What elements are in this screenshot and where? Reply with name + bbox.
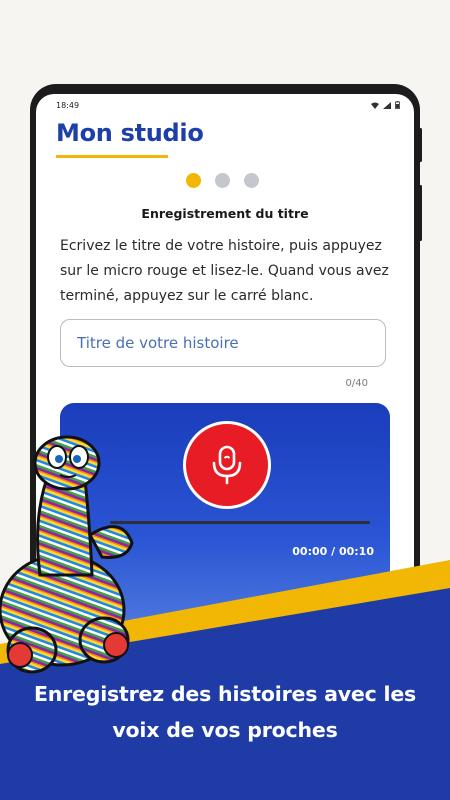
story-title-input[interactable] [60,319,386,367]
step-dot-3 [244,173,259,188]
status-bar: 18:49 [56,98,400,112]
status-icons [371,101,400,109]
instructions-text: Ecrivez le titre de votre histoire, puis… [60,238,389,304]
recording-time: 00:00 / 00:10 [292,545,374,558]
step-dot-2 [215,173,230,188]
step-heading: Enregistrement du titre [141,206,309,221]
phone-volume-button [419,185,422,241]
phone-power-button [419,128,422,162]
promo-tagline-line-2: voix de vos proches [112,718,338,742]
step-indicator [186,173,259,188]
signal-icon [383,101,391,109]
dinosaur-mascot [0,435,134,674]
battery-icon [395,101,400,109]
record-button[interactable] [183,421,271,509]
status-time: 18:49 [56,100,80,110]
page-title: Mon studio [56,119,204,147]
microphone-icon [212,445,242,485]
wifi-icon [371,102,379,109]
promo-tagline-line-1: Enregistrez des histoires avec les [33,682,417,706]
playback-progress-bar[interactable] [110,521,370,524]
step-dot-1 [186,173,201,188]
title-underline [56,155,168,158]
promo-tagline: Enregistrez des histoires avec les voix … [0,676,450,748]
character-counter: 0/40 [345,378,368,389]
